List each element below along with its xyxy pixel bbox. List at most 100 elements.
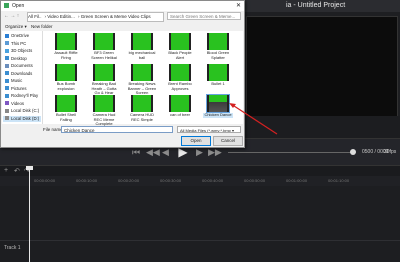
organize-button[interactable]: Organize ▾ xyxy=(5,24,27,30)
cancel-button[interactable]: Cancel xyxy=(213,136,243,146)
nav-item[interactable]: Local Disk (D:) xyxy=(3,115,41,122)
nav-item-label: 3D Objects xyxy=(11,48,33,53)
file-item[interactable]: Assault Riffle Firing xyxy=(51,33,81,63)
ruler-tick: 00:00:30:00 xyxy=(160,178,182,183)
video-thumbnail xyxy=(55,95,77,112)
folder-icon xyxy=(5,93,9,98)
file-item[interactable]: Chicken Dance xyxy=(203,94,233,125)
ruler-tick: 00:00:20:00 xyxy=(118,178,140,183)
breadcrumb-item[interactable]: Video Editin... xyxy=(47,14,75,19)
step-back-icon[interactable]: ◀ xyxy=(162,148,169,157)
file-name: Camera HUD REC Simple xyxy=(129,112,154,122)
file-name: Assault Riffle Firing xyxy=(54,50,78,60)
nav-item[interactable]: This PC xyxy=(5,41,26,47)
nav-item[interactable]: Videos xyxy=(5,101,24,107)
file-item[interactable]: big mechanical ball xyxy=(127,33,157,63)
file-name: can of beer xyxy=(169,112,190,117)
nav-item[interactable]: Rodney'll Play xyxy=(5,93,38,99)
file-name: big mechanical ball xyxy=(128,50,156,60)
file-item[interactable]: Breaking Bad Heath – Gotta Go & Hear xyxy=(89,64,119,96)
nav-item[interactable]: Desktop xyxy=(5,56,27,62)
address-bar[interactable]: All Fil.. › Video Editin... › Green Screen… xyxy=(27,12,164,22)
dialog-title: Open xyxy=(12,3,25,9)
rewind-icon[interactable]: ◀◀ xyxy=(146,148,160,157)
file-item[interactable]: Camera HUD REC Simple xyxy=(127,95,157,125)
nav-arrows-icon[interactable]: ← → ↑ xyxy=(4,13,19,19)
file-item[interactable]: Camera Hud REC Meme Complete xyxy=(89,95,119,126)
nav-item-label: Desktop xyxy=(11,55,27,61)
ruler-tick: 00:00:50:00 xyxy=(244,178,266,183)
open-button[interactable]: Open xyxy=(181,136,211,146)
file-name: Breaking Bad Heath – Gotta Go & Hear xyxy=(91,81,117,96)
video-thumbnail xyxy=(55,64,77,81)
video-thumbnail xyxy=(55,33,77,50)
nav-item-label: Local Disk (D:) xyxy=(11,115,40,121)
nav-item[interactable]: Music xyxy=(5,78,22,84)
video-thumbnail xyxy=(131,33,153,50)
file-item[interactable]: Bullet 1 xyxy=(203,64,233,94)
nav-item[interactable]: Pictures xyxy=(5,86,27,92)
nav-item-label: Downloads xyxy=(11,70,33,76)
undo-icon[interactable]: ↶ xyxy=(14,167,20,175)
breadcrumb-item[interactable]: All Fil.. xyxy=(28,14,42,19)
timeline-toolbar: + ↶ ↷ xyxy=(0,165,400,176)
nav-item[interactable]: 3D Objects xyxy=(5,48,32,54)
file-item[interactable]: Black People Alert xyxy=(165,33,195,63)
nav-item-label: Rodney'll Play xyxy=(11,93,39,98)
file-item[interactable]: Brent Rambo Approves xyxy=(165,64,195,94)
video-thumbnail xyxy=(131,64,153,81)
file-name: Brent Rambo Approves xyxy=(168,81,192,91)
ruler-tick: 00:01:00:00 xyxy=(286,178,308,183)
folder-icon xyxy=(5,78,9,83)
new-folder-button[interactable]: New folder xyxy=(31,24,53,29)
scrub-bar[interactable] xyxy=(228,152,353,153)
editor-title: ia - Untitled Project xyxy=(286,2,346,9)
close-icon[interactable]: ✕ xyxy=(236,2,241,9)
file-item[interactable]: Breaking News Banner – Green Screen Anim… xyxy=(127,64,157,100)
file-name-input[interactable]: Chicken Dance xyxy=(61,126,173,133)
file-item[interactable]: Bullet Shell Falling xyxy=(51,95,81,125)
video-preview xyxy=(246,16,398,118)
folder-icon xyxy=(5,116,9,121)
folder-icon xyxy=(5,71,9,76)
nav-item[interactable]: Documents xyxy=(5,63,33,69)
dialog-titlebar: Open ✕ xyxy=(1,1,244,11)
add-track-icon[interactable]: + xyxy=(4,167,8,174)
nav-item[interactable]: Downloads xyxy=(5,71,32,77)
ruler-tick: 00:00:40:00 xyxy=(202,178,224,183)
file-item[interactable]: Blood Green Splatter xyxy=(203,33,233,63)
file-name: Black People Alert xyxy=(168,50,192,60)
video-thumbnail xyxy=(93,95,115,112)
video-thumbnail xyxy=(131,95,153,112)
playhead[interactable] xyxy=(29,168,30,262)
file-name: Blood Green Splatter xyxy=(206,50,230,60)
breadcrumb-item[interactable]: Green Screen & Meme Video Clips xyxy=(81,14,151,19)
file-type-select[interactable]: All Media Files (*.wmv;*.bmp ▾ xyxy=(177,126,241,133)
fast-forward-icon[interactable]: ▶▶ xyxy=(208,148,222,157)
video-thumbnail xyxy=(93,33,115,50)
ruler-tick: 00:00:00:00 xyxy=(34,178,56,183)
folder-icon xyxy=(5,108,9,113)
nav-item[interactable]: OneDrive xyxy=(5,33,29,39)
timeline-ruler[interactable]: 00:00:00:00 00:00:10:00 00:00:20:00 00:0… xyxy=(0,176,400,186)
search-input[interactable]: Search Green Screen & Meme... xyxy=(167,12,241,20)
ruler-tick: 00:00:10:00 xyxy=(76,178,98,183)
app-icon xyxy=(4,3,9,8)
video-thumbnail xyxy=(169,33,191,50)
file-item[interactable]: BF3 Green Screen Helikal xyxy=(89,33,119,63)
track-divider xyxy=(0,240,400,241)
skip-back-icon[interactable]: ⏮ xyxy=(132,148,140,157)
nav-item-label: Music xyxy=(11,78,23,83)
step-forward-icon[interactable]: ▶ xyxy=(196,148,203,157)
timeline-tracks[interactable] xyxy=(0,186,400,262)
open-file-dialog: Open ✕ ← → ↑ All Fil.. › Video Editin... ›… xyxy=(0,0,245,148)
file-name: Bus Bomb explosion xyxy=(56,81,76,91)
file-item[interactable]: can of beer xyxy=(165,95,195,125)
file-item[interactable]: Bus Bomb explosion xyxy=(51,64,81,94)
file-name: Chicken Dance xyxy=(203,112,233,118)
video-thumbnail xyxy=(206,94,230,113)
frame-rate: 30fps xyxy=(384,149,397,155)
track-label: Track 1 xyxy=(4,245,21,251)
scrub-handle[interactable] xyxy=(350,149,356,155)
nav-item[interactable]: Local Disk (C:) xyxy=(5,108,39,114)
